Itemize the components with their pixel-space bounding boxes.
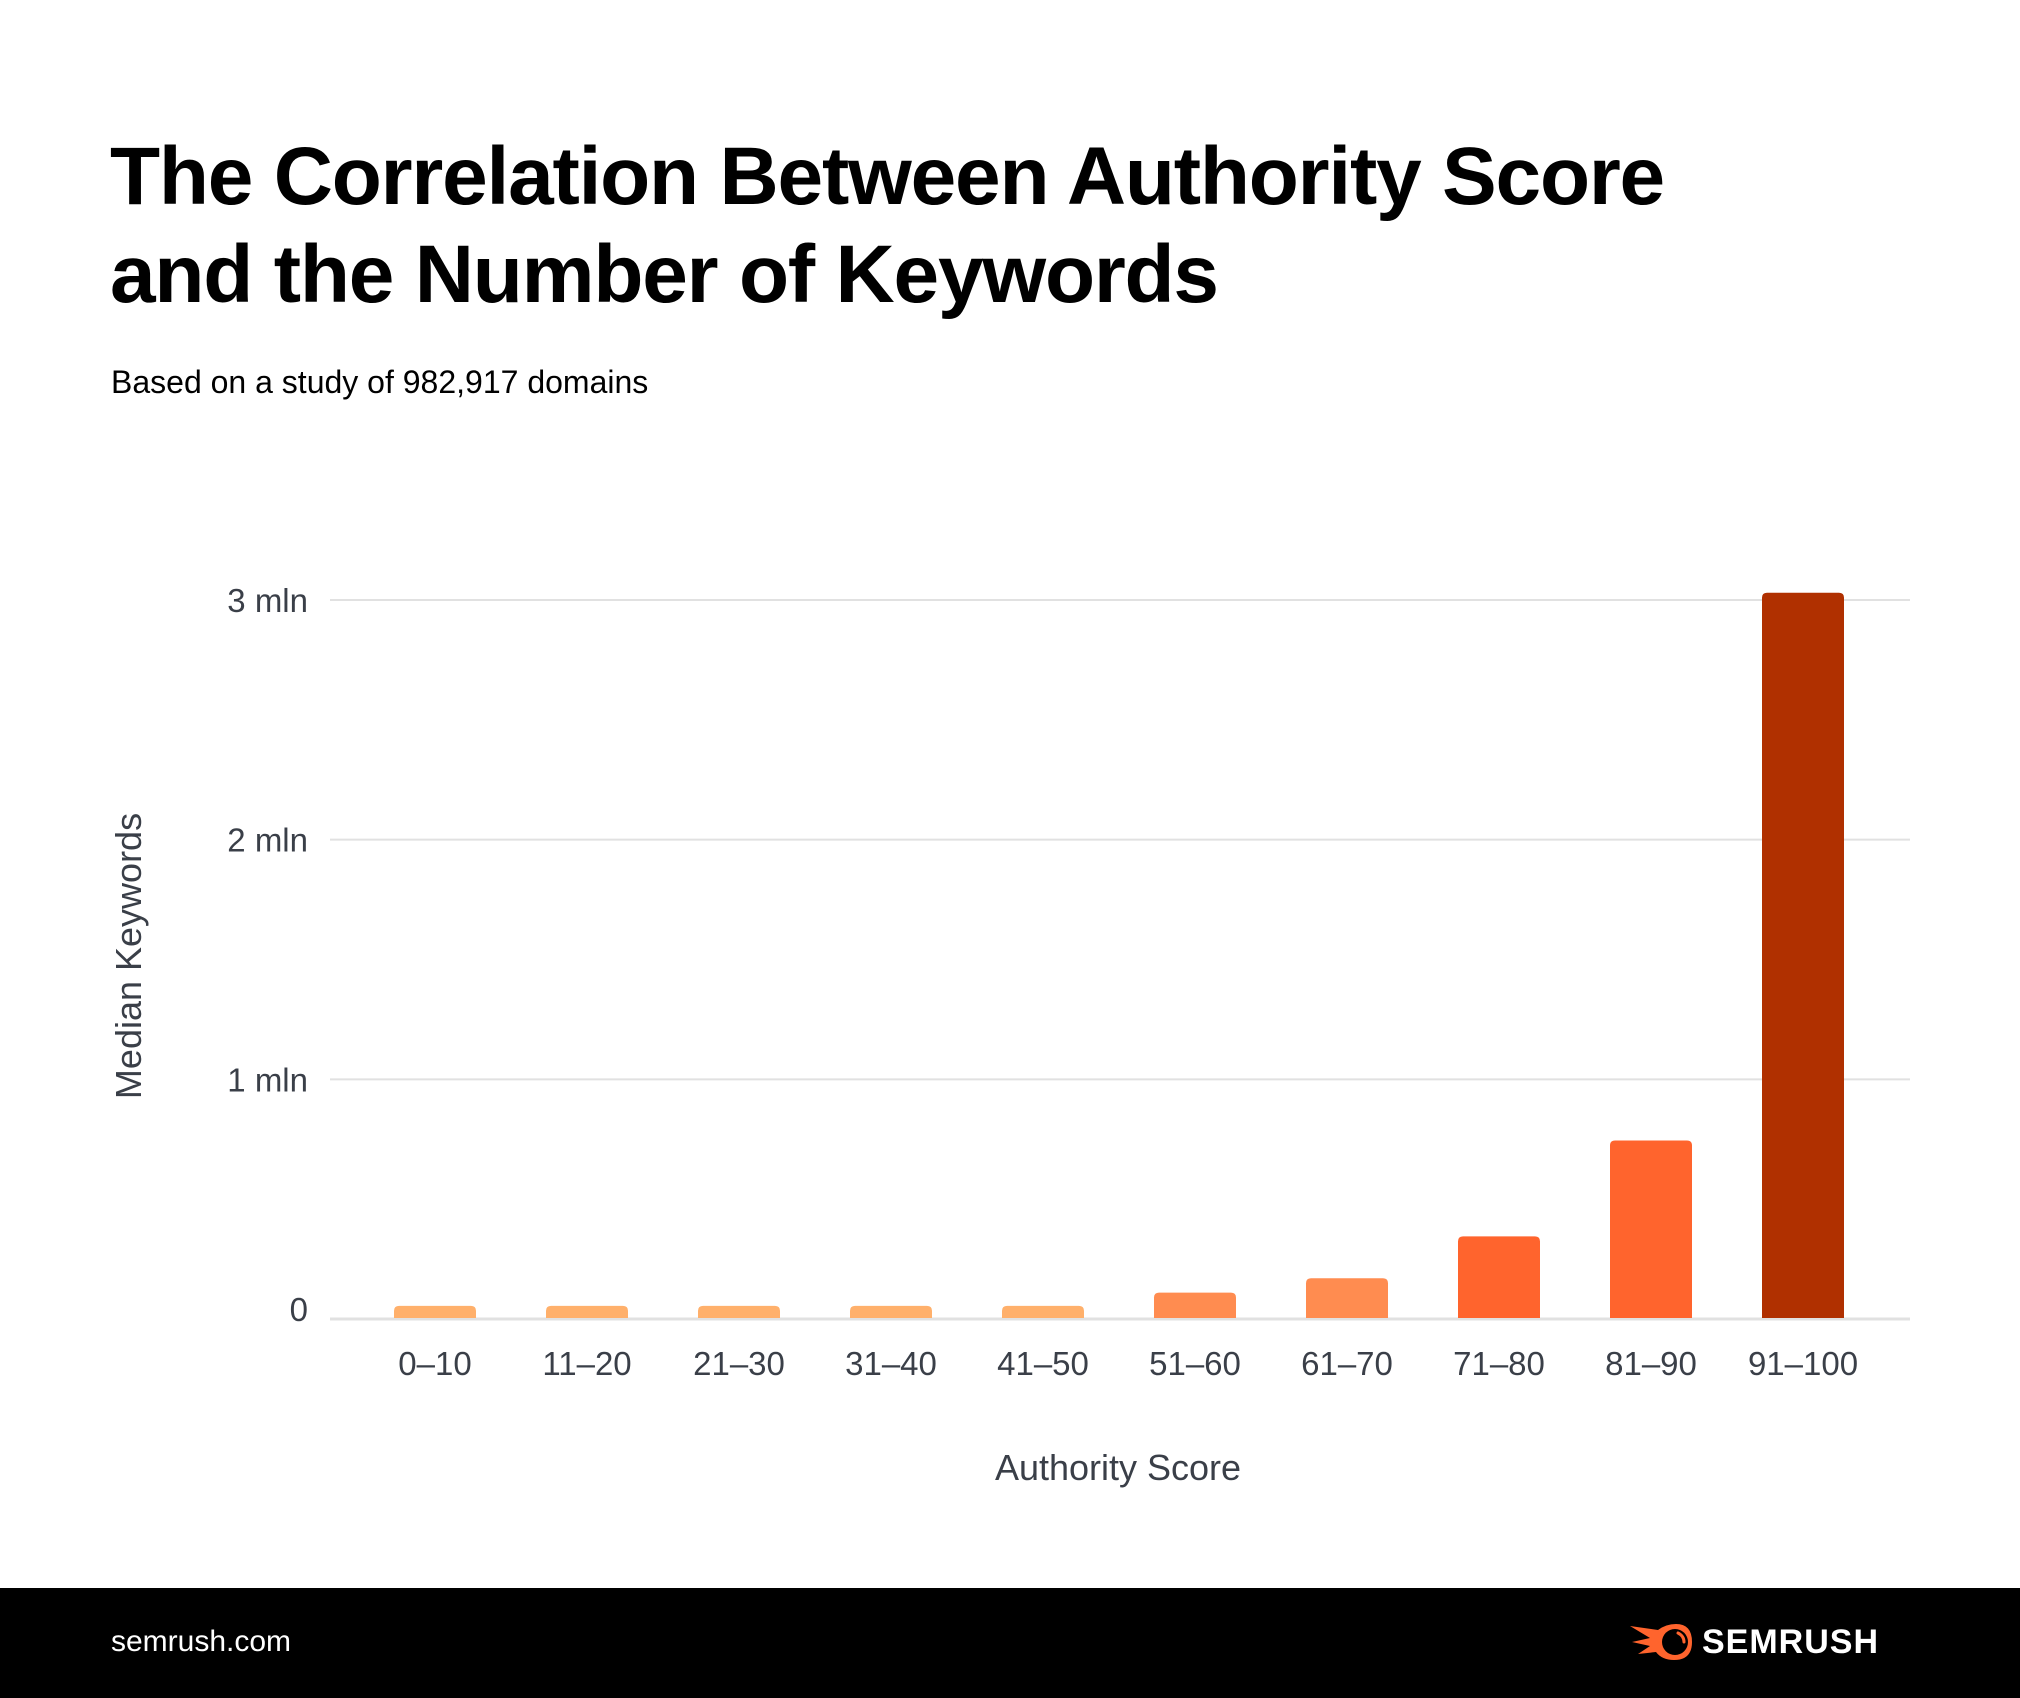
x-axis-title: Authority Score [995,1447,1241,1488]
y-tick-label: 2 mln [227,822,308,859]
footer-site-link[interactable]: semrush.com [111,1625,291,1659]
x-tick-label: 0–10 [398,1345,471,1382]
x-tick-label: 91–100 [1748,1345,1858,1382]
logo-text: SEMRUSH [1702,1622,1880,1661]
semrush-comet-icon [1630,1624,1692,1660]
x-tick-label: 11–20 [542,1345,631,1382]
bar-21-30 [698,1305,780,1318]
x-tick-label: 41–50 [997,1345,1089,1382]
bar-41-50 [1002,1305,1084,1318]
semrush-logo[interactable]: SEMRUSH [1628,1612,1879,1672]
y-axis-ticks: 0 1 mln 2 mln 3 mln [227,582,308,1328]
bar-31-40 [850,1305,932,1318]
bar-0-10 [394,1305,476,1318]
y-axis-title: Median Keywords [108,813,149,1099]
bar-71-80 [1458,1236,1540,1318]
x-tick-label: 21–30 [693,1345,785,1382]
x-tick-label: 51–60 [1149,1345,1241,1382]
x-tick-label: 81–90 [1605,1345,1697,1382]
x-tick-label: 31–40 [845,1345,937,1382]
bar-51-60 [1154,1292,1236,1318]
bar-11-20 [546,1305,628,1318]
bar-81-90 [1610,1140,1692,1318]
x-axis-ticks: 0–10 11–20 21–30 31–40 41–50 51–60 61–70 71–80 8… [398,1345,1858,1382]
footer: semrush.com SEMRUSH [0,1588,2020,1698]
y-tick-label: 0 [290,1291,308,1328]
bars [394,592,1844,1318]
bar-91-100 [1762,592,1844,1318]
y-tick-label: 3 mln [227,582,308,619]
x-tick-label: 61–70 [1301,1345,1393,1382]
x-tick-label: 71–80 [1453,1345,1545,1382]
bar-chart: 0 1 mln 2 mln 3 mln 0–10 11–20 21–30 31–40 41–5… [108,582,1910,1488]
bar-61-70 [1306,1278,1388,1318]
y-tick-label: 1 mln [227,1061,308,1098]
